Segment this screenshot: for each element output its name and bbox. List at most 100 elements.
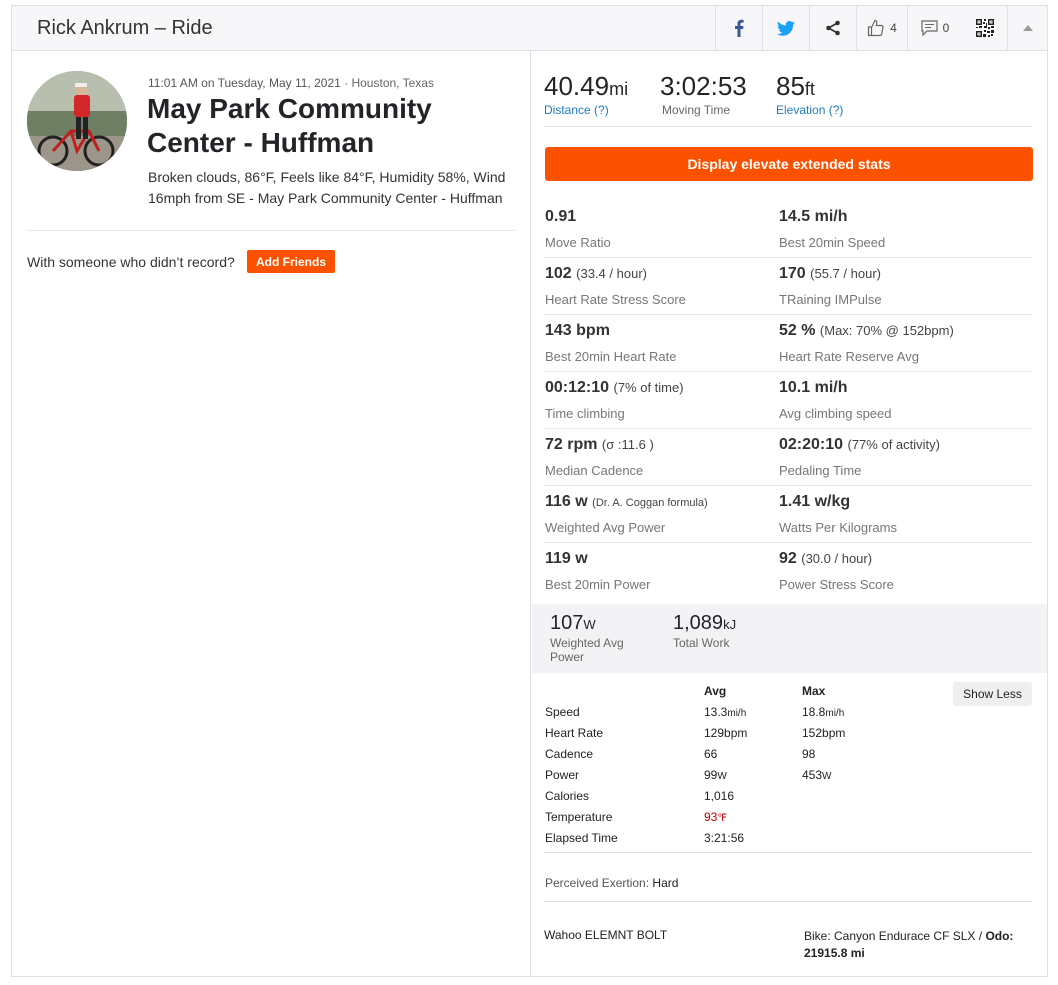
- activity-card: Rick Ankrum – Ride 4 0 11:01 AM on Tuesd…: [11, 5, 1048, 977]
- unit: ℉: [717, 813, 727, 824]
- stat-extra: (77% of activity): [847, 437, 940, 452]
- qr-code-button[interactable]: [962, 6, 1007, 50]
- comments-button[interactable]: 0: [907, 6, 962, 50]
- stat-value: 14.5 mi/h: [779, 208, 848, 225]
- stat-value: 1.41 w/kg: [779, 493, 851, 510]
- stat-extra: (7% of time): [613, 380, 684, 395]
- stat-label: Move Ratio: [545, 235, 611, 250]
- divider: [544, 901, 1032, 902]
- stat-label: Best 20min Power: [545, 577, 651, 592]
- row-max: 98: [802, 747, 816, 761]
- twitter-share-button[interactable]: [762, 6, 809, 50]
- stat-value: 170: [779, 265, 806, 282]
- stat-extra: (33.4 / hour): [576, 266, 647, 281]
- stat-label: Heart Rate Stress Score: [545, 292, 686, 307]
- row-avg: 99W: [704, 768, 727, 782]
- show-less-button[interactable]: Show Less: [953, 682, 1032, 706]
- value: 99: [704, 768, 718, 782]
- stat-label: Pedaling Time: [779, 463, 862, 478]
- divider: [544, 257, 1032, 258]
- kudos-thumb-icon: [867, 19, 885, 37]
- stat-value: 1,089: [673, 612, 724, 634]
- share-icon: [825, 20, 841, 36]
- row-avg: 93℉: [704, 810, 727, 824]
- stat-value: 92: [779, 550, 797, 567]
- divider: [544, 126, 1032, 127]
- value: 18.8: [802, 705, 826, 719]
- row-label: Power: [545, 768, 580, 782]
- stat-extra: (Dr. A. Coggan formula): [592, 497, 708, 509]
- stat-label: Time climbing: [545, 406, 625, 421]
- elevation-help-link[interactable]: Elevation (?): [776, 103, 843, 117]
- stat-label: Avg climbing speed: [779, 406, 892, 421]
- perceived-exertion-value: Hard: [652, 876, 679, 890]
- row-label: Elapsed Time: [545, 831, 618, 845]
- row-label: Speed: [545, 705, 580, 719]
- column-header-max: Max: [802, 684, 826, 698]
- stat-value: 10.1 mi/h: [779, 379, 848, 396]
- page-title: Rick Ankrum – Ride: [37, 17, 213, 39]
- stat-elevation: 85ft Elevation (?): [776, 71, 843, 117]
- row-avg: 13.3mi/h: [704, 705, 746, 719]
- stat-unit: W: [583, 617, 596, 632]
- comment-icon: [921, 20, 938, 36]
- device-name: Wahoo ELEMNT BOLT: [544, 928, 668, 942]
- stat-unit: mi: [609, 79, 629, 99]
- divider: [544, 485, 1032, 486]
- extended-stat: 92 (30.0 / hour) Power Stress Score: [779, 550, 1019, 607]
- twitter-icon: [777, 20, 795, 36]
- elevate-extended-stats-button[interactable]: Display elevate extended stats: [545, 147, 1033, 181]
- distance-help-link[interactable]: Distance (?): [544, 103, 628, 117]
- athlete-avatar[interactable]: [27, 71, 127, 171]
- row-avg: 66: [704, 747, 718, 761]
- stat-value: 00:12:10: [545, 379, 610, 396]
- stat-label: Heart Rate Reserve Avg: [779, 349, 919, 364]
- stat-value: 02:20:10: [779, 436, 844, 453]
- odo-label: Odo:: [985, 929, 1014, 943]
- stat-label: Best 20min Heart Rate: [545, 349, 677, 364]
- activity-datetime-location: 11:01 AM on Tuesday, May 11, 2021 · Hous…: [148, 76, 434, 90]
- comments-count: 0: [942, 21, 950, 35]
- extended-stat: 119 w Best 20min Power: [545, 550, 785, 607]
- power-summary-stat: 107W Weighted Avg Power: [550, 612, 650, 664]
- stat-value: 116 w: [545, 493, 588, 510]
- stat-value: 143 bpm: [545, 322, 610, 339]
- row-max: 453W: [802, 768, 831, 782]
- power-summary-stat: 1,089kJ Total Work: [673, 612, 793, 650]
- power-summary: 107W Weighted Avg Power 1,089kJ Total Wo…: [532, 604, 1047, 673]
- divider: [544, 428, 1032, 429]
- activity-location: Houston, Texas: [351, 76, 434, 90]
- row-max: 18.8mi/h: [802, 705, 844, 719]
- add-friends-button[interactable]: Add Friends: [247, 250, 335, 273]
- stat-unit: kJ: [723, 617, 737, 632]
- value: 13.3: [704, 705, 728, 719]
- stat-value: 72 rpm: [545, 436, 598, 453]
- stat-value: 0.91: [545, 208, 577, 225]
- meta-separator: ·: [340, 76, 352, 90]
- stat-extra: (55.7 / hour): [810, 266, 881, 281]
- collapse-button[interactable]: [1007, 6, 1047, 50]
- stat-label: Median Cadence: [545, 463, 644, 478]
- column-header-avg: Avg: [704, 684, 727, 698]
- unit: W: [822, 771, 832, 782]
- value: 93: [704, 810, 718, 824]
- stat-label: Best 20min Speed: [779, 235, 886, 250]
- stat-label: Weighted Avg Power: [550, 636, 624, 664]
- kudos-button[interactable]: 4: [856, 6, 907, 50]
- stat-extra: (30.0 / hour): [801, 551, 873, 566]
- stat-moving-time: 3:02:53 Moving Time: [660, 71, 747, 117]
- stat-label: Watts Per Kilograms: [779, 520, 897, 535]
- stat-extra: (Max: 70% @ 152bpm): [819, 323, 954, 338]
- perceived-exertion: Perceived Exertion: Hard: [545, 876, 678, 890]
- bike-name: Bike: Canyon Endurace CF SLX /: [804, 929, 986, 943]
- stat-label: Total Work: [673, 636, 730, 650]
- bike-info: Bike: Canyon Endurace CF SLX / Odo: 2191…: [804, 928, 1029, 962]
- unit: mi/h: [727, 708, 747, 719]
- facebook-share-button[interactable]: [715, 6, 762, 50]
- unit: mi/h: [825, 708, 845, 719]
- stat-unit: ft: [804, 79, 815, 99]
- divider: [544, 371, 1032, 372]
- activity-header: Rick Ankrum – Ride 4 0: [12, 6, 1047, 51]
- stat-value: 52 %: [779, 322, 816, 339]
- share-button[interactable]: [809, 6, 856, 50]
